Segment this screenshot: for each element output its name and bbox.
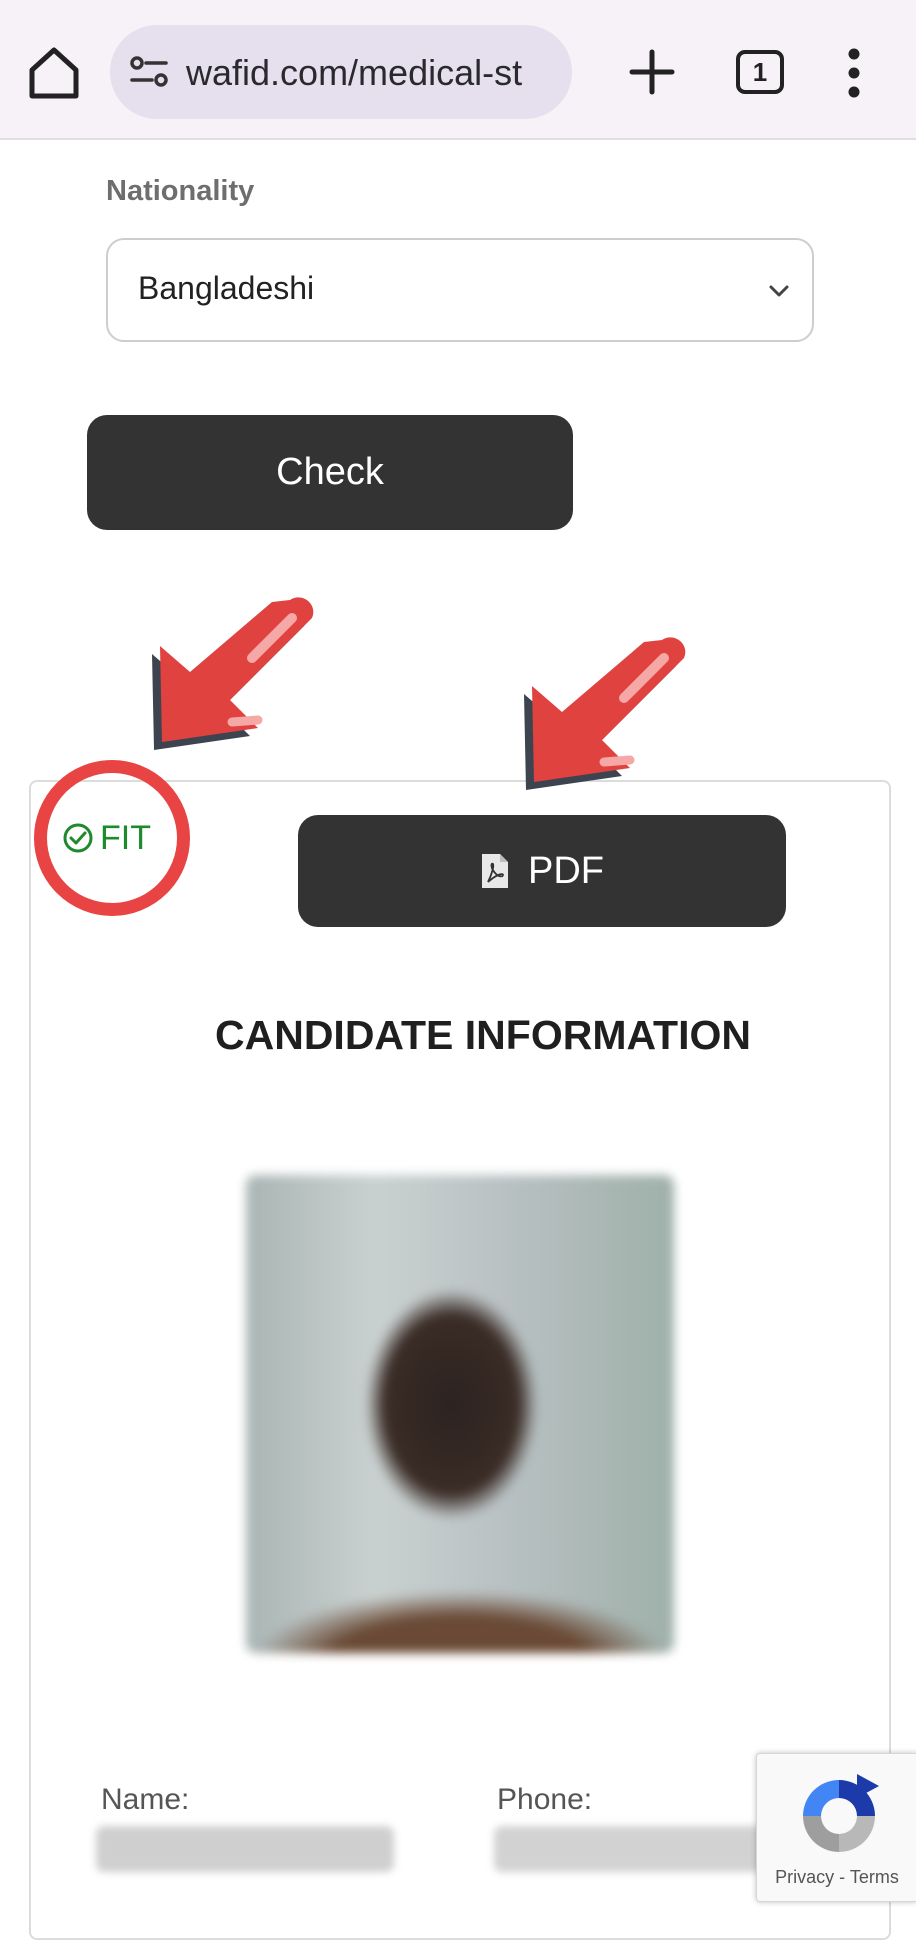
url-text[interactable]: wafid.com/medical-st	[186, 50, 560, 96]
new-tab-button[interactable]	[624, 44, 680, 100]
site-info-button[interactable]	[128, 54, 170, 90]
nationality-value: Bangladeshi	[138, 270, 315, 306]
arrow-annotation	[524, 637, 686, 790]
highlight-circle	[34, 760, 190, 916]
candidate-photo	[246, 1175, 674, 1653]
pdf-label: PDF	[528, 849, 604, 892]
plus-icon	[629, 49, 675, 95]
more-menu-button[interactable]	[836, 46, 872, 100]
privacy-link[interactable]: Privacy	[775, 1867, 834, 1887]
chevron-down-icon	[769, 285, 789, 297]
check-button[interactable]: Check	[87, 415, 573, 530]
tab-count: 1	[752, 57, 768, 87]
home-icon	[29, 47, 79, 99]
name-value-redacted	[96, 1826, 394, 1872]
tabs-icon[interactable]: 1	[736, 50, 784, 94]
recaptcha-logo-icon	[803, 1774, 879, 1852]
arrow-annotation	[152, 597, 314, 750]
phone-label: Phone:	[497, 1783, 593, 1816]
home-button[interactable]	[22, 40, 86, 104]
nationality-select[interactable]: Bangladeshi	[106, 238, 814, 342]
site-info-icon	[130, 56, 168, 87]
recaptcha-badge[interactable]: Privacy - Terms	[756, 1753, 916, 1902]
nationality-label: Nationality	[106, 175, 255, 207]
more-vert-icon	[848, 48, 860, 98]
terms-link[interactable]: Terms	[850, 1867, 899, 1887]
name-label: Name:	[101, 1783, 190, 1816]
link-separator: -	[834, 1867, 850, 1887]
pdf-button[interactable]: PDF	[298, 815, 786, 927]
section-title: CANDIDATE INFORMATION	[215, 1012, 751, 1058]
pdf-file-icon	[482, 854, 508, 888]
recaptcha-links: Privacy - Terms	[757, 1867, 916, 1888]
phone-value-redacted	[494, 1826, 764, 1872]
